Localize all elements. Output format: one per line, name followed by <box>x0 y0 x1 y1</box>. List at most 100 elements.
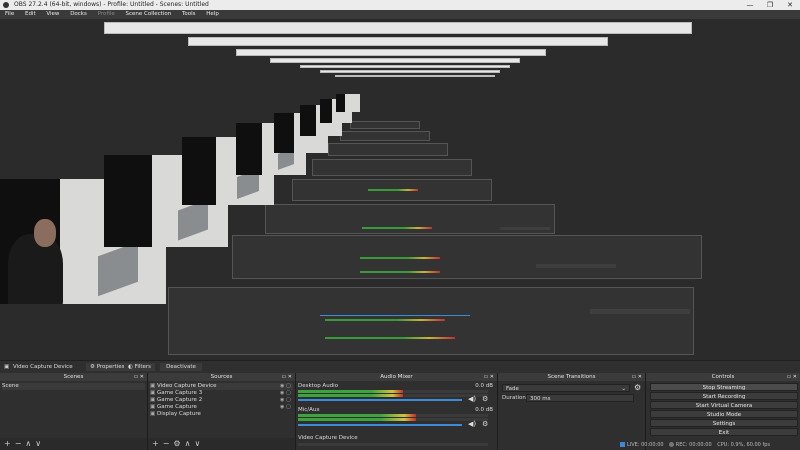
nested-meter <box>360 271 440 273</box>
volume-meter-level <box>298 418 416 421</box>
move-down-icon[interactable]: ∨ <box>35 439 41 448</box>
mixer-header: Audio Mixer ▭ ✕ <box>296 373 497 381</box>
studio-mode-button[interactable]: Studio Mode <box>650 410 798 418</box>
source-item[interactable]: ▣ Video Capture Device ◉ ▢ <box>150 383 293 390</box>
visibility-eye-icon[interactable]: ◉ <box>280 398 285 403</box>
mixer-channel-name: Desktop Audio <box>298 383 339 389</box>
dock-float-icon[interactable]: ▭ ✕ <box>483 373 494 381</box>
lock-icon[interactable]: ▢ <box>286 384 291 389</box>
volume-slider[interactable] <box>298 424 462 426</box>
deactivate-button[interactable]: Deactivate <box>160 363 202 371</box>
sources-toolbar: + − ⚙ ∧ ∨ <box>148 438 295 450</box>
menu-view[interactable]: View <box>46 11 59 17</box>
source-item-label: Game Capture <box>156 404 197 410</box>
scenes-header: Scenes ▭ ✕ <box>0 373 147 381</box>
maximize-icon[interactable]: ❐ <box>760 0 780 10</box>
gear-icon[interactable]: ⚙ <box>482 395 488 403</box>
menu-help[interactable]: Help <box>206 11 219 17</box>
exit-button[interactable]: Exit <box>650 428 798 436</box>
lock-icon[interactable]: ▢ <box>286 391 291 396</box>
nested-window-frame <box>335 75 495 77</box>
visibility-eye-icon[interactable]: ◉ <box>280 405 285 410</box>
controls-title: Controls <box>711 374 735 380</box>
nested-window-frame <box>300 65 510 68</box>
move-up-icon[interactable]: ∧ <box>185 439 191 448</box>
transition-type-select[interactable]: Fade ⌄ <box>502 384 630 392</box>
source-item[interactable]: ▣ Game Capture ◉ ▢ <box>150 404 293 411</box>
transition-type-value: Fade <box>506 386 519 392</box>
remove-icon[interactable]: − <box>163 439 170 448</box>
lock-icon[interactable]: ▢ <box>286 398 291 403</box>
gear-icon[interactable]: ⚙ <box>634 383 641 392</box>
lock-icon[interactable]: ▢ <box>286 405 291 410</box>
menu-docks[interactable]: Docks <box>70 11 87 17</box>
chevron-down-icon: ⌄ <box>621 386 626 392</box>
source-item-label: Game Capture 2 <box>156 397 203 403</box>
rec-indicator-icon <box>669 442 675 447</box>
mixer-channel-db: 0.0 dB <box>475 383 493 389</box>
visibility-eye-icon[interactable]: ◉ <box>280 384 285 389</box>
settings-button[interactable]: Settings <box>650 419 798 427</box>
start-virtual-camera-button[interactable]: Start Virtual Camera <box>650 401 798 409</box>
add-icon[interactable]: + <box>4 439 11 448</box>
add-icon[interactable]: + <box>152 439 159 448</box>
scenes-title: Scenes <box>63 374 84 380</box>
scenes-dock: Scenes ▭ ✕ Scene + − ∧ ∨ <box>0 373 148 450</box>
duration-input[interactable]: 300 ms <box>526 394 634 402</box>
menu-tools[interactable]: Tools <box>182 11 196 17</box>
nested-meter <box>320 315 470 316</box>
source-item-label: Game Capture 3 <box>156 390 203 396</box>
live-indicator-icon <box>620 442 625 447</box>
speaker-icon[interactable]: ◀) <box>468 395 476 403</box>
filters-label: Filters <box>134 364 152 370</box>
audio-mixer-dock: Audio Mixer ▭ ✕ Desktop Audio 0.0 dB ◀) ⚙… <box>296 373 498 450</box>
remove-icon[interactable]: − <box>15 439 22 448</box>
gear-icon[interactable]: ⚙ <box>173 439 180 448</box>
live-timer: LIVE: 00:00:00 <box>627 442 664 448</box>
scene-item[interactable]: Scene <box>2 383 145 390</box>
scenes-toolbar: + − ∧ ∨ <box>0 438 147 450</box>
start-recording-button[interactable]: Start Recording <box>650 392 798 400</box>
nested-docks <box>232 235 702 279</box>
obs-logo-icon <box>3 2 9 8</box>
sources-title: Sources <box>210 374 233 380</box>
menu-scene-collection[interactable]: Scene Collection <box>125 11 171 17</box>
nested-docks-large <box>168 287 694 355</box>
menu-profile[interactable]: Profile <box>98 11 115 17</box>
close-icon[interactable]: ✕ <box>780 0 800 10</box>
nested-window-frame <box>320 70 500 73</box>
duration-label: Duration <box>502 395 526 401</box>
dock-float-icon[interactable]: ▭ ✕ <box>133 373 144 381</box>
source-item[interactable]: ▣ Game Capture 3 ◉ ▢ <box>150 390 293 397</box>
volume-slider[interactable] <box>298 399 462 401</box>
nested-meter <box>325 337 455 339</box>
preview-canvas[interactable] <box>0 19 800 360</box>
properties-button[interactable]: ⚙ Properties <box>86 363 129 371</box>
controls-header: Controls ▭ ✕ <box>646 373 800 381</box>
gear-icon[interactable]: ⚙ <box>482 420 488 428</box>
move-up-icon[interactable]: ∧ <box>25 439 31 448</box>
minimize-icon[interactable]: — <box>740 0 760 10</box>
dock-float-icon[interactable]: ▭ ✕ <box>281 373 292 381</box>
mixer-channel-name: Mic/Aux <box>298 407 320 413</box>
filters-button[interactable]: ◐ Filters <box>124 363 156 371</box>
dock-float-icon[interactable]: ▭ ✕ <box>631 373 642 381</box>
stop-streaming-button[interactable]: Stop Streaming <box>650 383 798 391</box>
menu-edit[interactable]: Edit <box>25 11 36 17</box>
mixer-channel-db: 0.0 dB <box>475 407 493 413</box>
speaker-icon[interactable]: ◀) <box>468 420 476 428</box>
nested-meter <box>325 319 445 321</box>
duration-value: 300 ms <box>530 396 551 402</box>
dock-float-icon[interactable]: ▭ ✕ <box>786 373 797 381</box>
nested-docks <box>340 131 430 141</box>
camera-icon: ▣ <box>4 364 10 370</box>
source-item[interactable]: ▣ Display Capture <box>150 411 293 418</box>
source-item[interactable]: ▣ Game Capture 2 ◉ ▢ <box>150 397 293 404</box>
nested-window-frame <box>188 37 608 46</box>
sources-header: Sources ▭ ✕ <box>148 373 295 381</box>
menu-file[interactable]: File <box>5 11 14 17</box>
mixer-title: Audio Mixer <box>380 374 413 380</box>
visibility-eye-icon[interactable]: ◉ <box>280 391 285 396</box>
move-down-icon[interactable]: ∨ <box>194 439 200 448</box>
rec-timer: REC: 00:00:00 <box>675 442 712 448</box>
